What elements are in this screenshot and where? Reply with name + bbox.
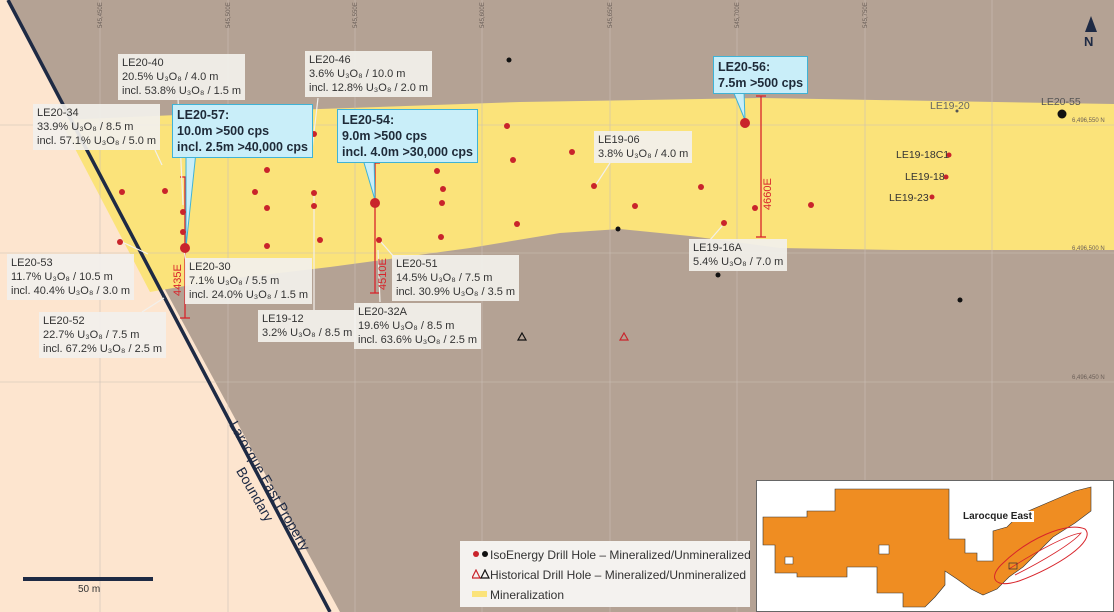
north-label: N	[1084, 34, 1094, 49]
assay-interval: 5.4% U₃O₈ / 7.0 m	[693, 256, 784, 268]
assay-label-le20-51: LE20-51 14.5% U₃O₈ / 7.5 m incl. 30.9% U…	[392, 255, 520, 301]
hole-label-le19-18: LE19-18	[905, 171, 945, 183]
radiometric-interval: 7.5m >500 cps	[718, 76, 804, 90]
assay-interval-incl: incl. 63.6% U₃O₈ / 2.5 m	[358, 334, 478, 346]
legend-item-mineralization: Mineralization	[472, 588, 564, 602]
radiometric-interval: 9.0m >500 cps	[342, 129, 428, 143]
assay-interval: 20.5% U₃O₈ / 4.0 m	[122, 71, 219, 83]
north-arrow-icon	[1085, 16, 1097, 32]
grid-easting-label: 545,700E	[735, 2, 741, 28]
hole-id: LE20-56:	[718, 60, 771, 74]
hole-label-le19-20: LE19-20	[930, 100, 970, 112]
grid-easting-label: 545,650E	[608, 2, 614, 28]
legend-label: Historical Drill Hole – Mineralized/Unmi…	[490, 568, 747, 582]
hole-id: LE19-12	[262, 313, 304, 325]
assay-interval-incl: incl. 40.4% U₃O₈ / 3.0 m	[11, 285, 131, 297]
assay-label-le20-46: LE20-46 3.6% U₃O₈ / 10.0 m incl. 12.8% U…	[305, 51, 433, 97]
scale-label: 50 m	[78, 584, 101, 595]
hole-id: LE20-34	[37, 107, 79, 119]
hole-id: LE20-54:	[342, 113, 395, 127]
scale-bar	[23, 577, 153, 581]
hole-label-le20-55: LE20-55	[1041, 96, 1081, 108]
grid-northing-label: 6,496,450 N	[1072, 375, 1105, 381]
hole-id: LE20-57:	[177, 108, 230, 122]
assay-interval-incl: incl. 67.2% U₃O₈ / 2.5 m	[43, 343, 163, 355]
inset-title: Larocque East	[961, 511, 1034, 522]
highlight-callout-le20-57: LE20-57: 10.0m >500 cps incl. 2.5m >40,0…	[172, 104, 313, 158]
hole-id: LE19-06	[598, 134, 640, 146]
highlight-callout-le20-54: LE20-54: 9.0m >500 cps incl. 4.0m >30,00…	[337, 109, 478, 163]
grid-easting-label: 545,550E	[353, 2, 359, 28]
radiometric-interval: 10.0m >500 cps	[177, 124, 270, 138]
legend: IsoEnergy Drill Hole – Mineralized/Unmin…	[460, 541, 751, 607]
assay-label-le20-34: LE20-34 33.9% U₃O₈ / 8.5 m incl. 57.1% U…	[33, 104, 161, 150]
hole-id: LE20-53	[11, 257, 53, 269]
radiometric-interval-incl: incl. 4.0m >30,000 cps	[342, 145, 473, 159]
legend-label: IsoEnergy Drill Hole – Mineralized/Unmin…	[490, 548, 751, 562]
assay-label-le20-52: LE20-52 22.7% U₃O₈ / 7.5 m incl. 67.2% U…	[39, 312, 167, 358]
drill-hole-map: 545,450E 545,500E 545,550E 545,600E 545,…	[0, 0, 1114, 612]
hole-id: LE20-40	[122, 57, 164, 69]
assay-label-le19-16a: LE19-16A 5.4% U₃O₈ / 7.0 m	[689, 239, 788, 271]
assay-interval-incl: incl. 24.0% U₃O₈ / 1.5 m	[189, 289, 309, 301]
inset-property-outline	[762, 486, 1092, 608]
assay-interval: 22.7% U₃O₈ / 7.5 m	[43, 329, 140, 341]
assay-interval-incl: incl. 53.8% U₃O₈ / 1.5 m	[122, 85, 242, 97]
assay-label-le20-40: LE20-40 20.5% U₃O₈ / 4.0 m incl. 53.8% U…	[118, 54, 246, 100]
assay-interval-incl: incl. 57.1% U₃O₈ / 5.0 m	[37, 135, 157, 147]
assay-interval: 7.1% U₃O₈ / 5.5 m	[189, 275, 280, 287]
assay-label-le19-06: LE19-06 3.8% U₃O₈ / 4.0 m	[594, 131, 693, 163]
historical-hole-icon	[471, 568, 490, 582]
assay-interval: 3.8% U₃O₈ / 4.0 m	[598, 148, 689, 160]
hole-id: LE19-16A	[693, 242, 742, 254]
legend-item-historical: Historical Drill Hole – Mineralized/Unmi…	[471, 568, 747, 582]
hole-id: LE20-46	[309, 54, 351, 66]
assay-interval-incl: incl. 30.9% U₃O₈ / 3.5 m	[396, 286, 516, 298]
highlight-callout-le20-56: LE20-56: 7.5m >500 cps	[713, 56, 809, 94]
grid-northing-label: 6,496,500 N	[1072, 246, 1105, 252]
hole-label-le19-18c1: LE19-18C1	[896, 149, 950, 161]
grid-easting-label: 545,750E	[863, 2, 869, 28]
radiometric-interval-incl: incl. 2.5m >40,000 cps	[177, 140, 308, 154]
hole-id: LE20-51	[396, 258, 438, 270]
grid-easting-label: 545,500E	[226, 2, 232, 28]
section-label-4510e: 4510E	[377, 258, 389, 290]
assay-label-le20-53: LE20-53 11.7% U₃O₈ / 10.5 m incl. 40.4% …	[7, 254, 135, 300]
assay-label-le20-32a: LE20-32A 19.6% U₃O₈ / 8.5 m incl. 63.6% …	[354, 303, 482, 349]
assay-interval: 3.6% U₃O₈ / 10.0 m	[309, 68, 406, 80]
hole-id: LE20-32A	[358, 306, 407, 318]
assay-interval-incl: incl. 12.8% U₃O₈ / 2.0 m	[309, 82, 429, 94]
assay-label-le19-12: LE19-12 3.2% U₃O₈ / 8.5 m	[258, 310, 357, 342]
drill-hole-icon	[472, 548, 490, 562]
assay-interval: 19.6% U₃O₈ / 8.5 m	[358, 320, 455, 332]
hole-id: LE20-52	[43, 315, 85, 327]
historical-hole-mineralized	[618, 331, 630, 341]
assay-interval: 14.5% U₃O₈ / 7.5 m	[396, 272, 493, 284]
section-label-4435e: 4435E	[172, 264, 184, 296]
mineralization-swatch-icon	[472, 588, 490, 602]
historical-hole-unmineralized	[516, 331, 528, 341]
assay-interval: 11.7% U₃O₈ / 10.5 m	[11, 271, 113, 283]
grid-easting-label: 545,450E	[98, 2, 104, 28]
assay-label-le20-30: LE20-30 7.1% U₃O₈ / 5.5 m incl. 24.0% U₃…	[185, 258, 313, 304]
hole-label-le19-23: LE19-23	[889, 192, 929, 204]
legend-item-isoenergy: IsoEnergy Drill Hole – Mineralized/Unmin…	[472, 548, 751, 562]
grid-northing-label: 6,496,550 N	[1072, 118, 1105, 124]
hole-id: LE20-30	[189, 261, 231, 273]
assay-interval: 3.2% U₃O₈ / 8.5 m	[262, 327, 353, 339]
section-label-4660e: 4660E	[762, 178, 774, 210]
grid-easting-label: 545,600E	[480, 2, 486, 28]
inset-map: Larocque East	[756, 480, 1114, 612]
legend-label: Mineralization	[490, 588, 565, 602]
assay-interval: 33.9% U₃O₈ / 8.5 m	[37, 121, 134, 133]
